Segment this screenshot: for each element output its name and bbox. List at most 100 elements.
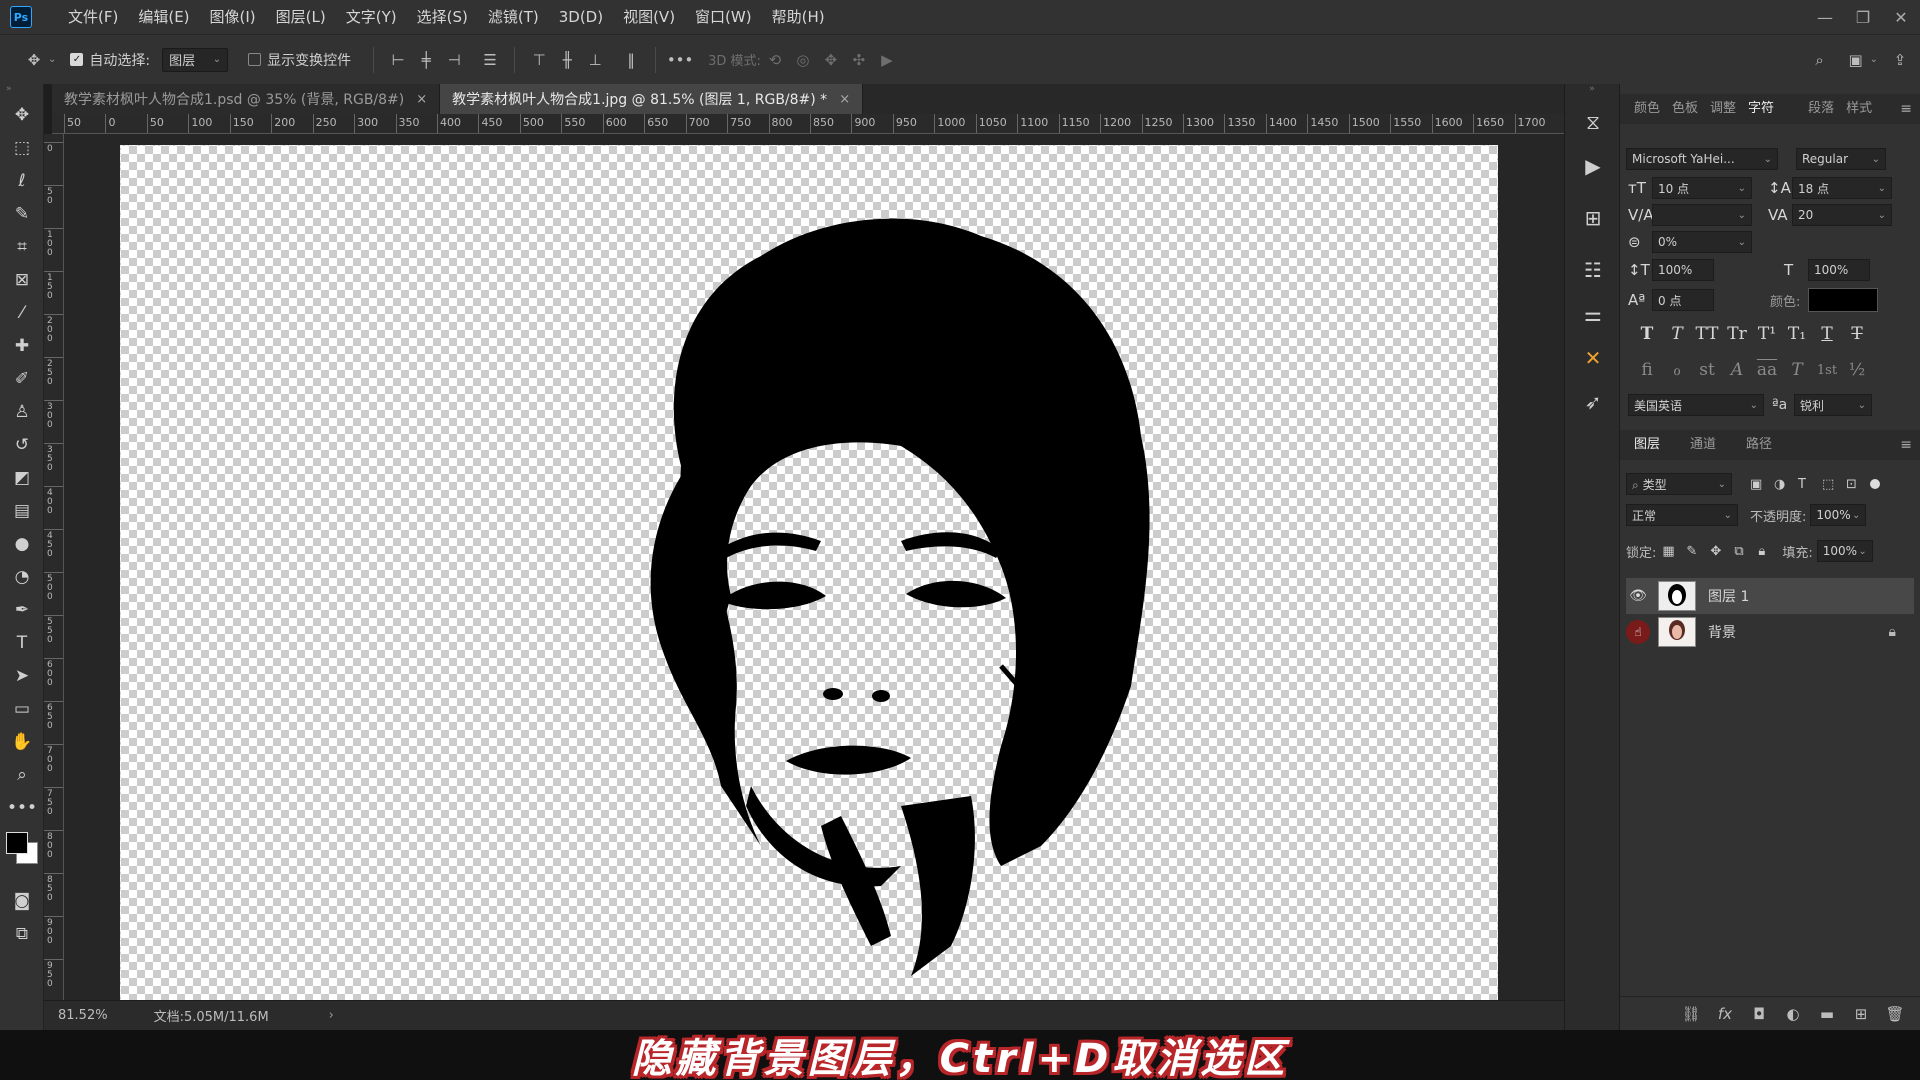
filter-type-icon[interactable]: T (1798, 477, 1822, 492)
minimize-icon[interactable]: — (1806, 0, 1844, 34)
close-icon[interactable]: ✕ (1882, 0, 1920, 34)
align-middle-v-icon[interactable]: ╫ (553, 46, 581, 74)
pen-tool-icon[interactable]: ✒ (0, 593, 44, 626)
faux-bold-button[interactable]: T (1632, 324, 1662, 344)
close-icon[interactable]: × (839, 92, 850, 107)
alternates-button[interactable]: ℴ (1662, 360, 1692, 380)
tab-paths[interactable]: 路径 (1740, 430, 1778, 460)
tab-character[interactable]: 字符 (1742, 94, 1780, 124)
menu-filter[interactable]: 滤镜(T) (478, 0, 549, 34)
hand-tool-icon[interactable]: ✋ (0, 725, 44, 758)
ligatures-button[interactable]: fi (1632, 360, 1662, 380)
marquee-tool-icon[interactable]: ⬚ (0, 131, 44, 164)
align-left-icon[interactable]: ⊢ (384, 46, 412, 74)
quick-mask-icon[interactable]: ◙ (0, 884, 44, 917)
delete-layer-icon[interactable]: 🗑︎ (1878, 1005, 1912, 1023)
restore-icon[interactable]: ❐ (1844, 0, 1882, 34)
document-canvas[interactable] (120, 145, 1498, 1007)
leading-field[interactable]: 18 点 ⌄ (1792, 177, 1892, 199)
menu-view[interactable]: 视图(V) (613, 0, 685, 34)
align-top-icon[interactable]: ⊤ (525, 46, 553, 74)
tab-swatches[interactable]: 色板 (1666, 94, 1704, 124)
menu-file[interactable]: 文件(F) (58, 0, 128, 34)
distribute-icon[interactable]: ☰ (476, 46, 504, 74)
zoom-level[interactable]: 81.52% (58, 1008, 108, 1023)
menu-window[interactable]: 窗口(W) (685, 0, 762, 34)
subscript-button[interactable]: T₁ (1782, 324, 1812, 344)
tracking-field[interactable]: 20 ⌄ (1792, 204, 1892, 226)
blend-mode-select[interactable]: 正常 ⌄ (1626, 504, 1738, 526)
menu-3d[interactable]: 3D(D) (549, 0, 613, 34)
opacity-field[interactable]: 100% ⌄ (1810, 504, 1867, 526)
proportional-spacing-field[interactable]: 0% ⌄ (1652, 231, 1752, 253)
history-brush-icon[interactable]: ↺ (0, 428, 44, 461)
menu-layer[interactable]: 图层(L) (266, 0, 336, 34)
filter-toggle-icon[interactable] (1870, 479, 1880, 489)
show-transform-checkbox[interactable]: 显示变换控件 (248, 50, 351, 70)
eraser-tool-icon[interactable]: ◩ (0, 461, 44, 494)
crop-tool-icon[interactable]: ⌗ (0, 230, 44, 263)
edit-toolbar-icon[interactable]: ••• (0, 791, 44, 824)
distribute-v-icon[interactable]: ‖ (617, 46, 645, 74)
text-color-swatch[interactable] (1808, 288, 1879, 312)
fill-field[interactable]: 100% ⌄ (1816, 540, 1873, 562)
history-panel-icon[interactable]: ⧖ (1565, 100, 1621, 144)
filter-smart-object-icon[interactable]: ⊡ (1846, 477, 1870, 492)
fractions-button[interactable]: ½ (1842, 360, 1872, 380)
kerning-field[interactable]: ⌄ (1652, 204, 1752, 226)
lock-artboard-icon[interactable]: ⧉ (1734, 544, 1758, 559)
stylistic-alternates-button[interactable]: aa (1752, 360, 1782, 380)
discretionary-ligatures-button[interactable]: st (1692, 360, 1722, 380)
font-size-field[interactable]: 10 点 ⌄ (1652, 177, 1752, 199)
font-style-select[interactable]: Regular ⌄ (1796, 148, 1886, 170)
filter-shape-icon[interactable]: ⬚ (1822, 477, 1846, 492)
align-right-icon[interactable]: ⊣ (440, 46, 468, 74)
antialias-select[interactable]: 锐利 ⌄ (1794, 394, 1872, 416)
strikethrough-button[interactable]: T (1842, 324, 1872, 344)
dodge-tool-icon[interactable]: ◔ (0, 560, 44, 593)
lock-pixels-icon[interactable]: ✎ (1686, 544, 1710, 559)
doc-tab-jpg[interactable]: 教学素材枫叶人物合成1.jpg @ 81.5% (图层 1, RGB/8#) *… (440, 84, 864, 114)
chevron-down-icon[interactable]: ⌄ (48, 54, 56, 65)
horizontal-scale-field[interactable]: 100% (1808, 259, 1870, 281)
vertical-scale-field[interactable]: 100% (1652, 259, 1714, 281)
plugin-panel-icon[interactable]: ➶ (1565, 380, 1621, 424)
panel-menu-icon[interactable]: ≡ (1900, 437, 1912, 453)
lasso-tool-icon[interactable]: ℓ (0, 164, 44, 197)
quick-select-tool-icon[interactable]: ✎ (0, 197, 44, 230)
frame-tool-icon[interactable]: ⊠ (0, 263, 44, 296)
titling-alternates-button[interactable]: T (1782, 360, 1812, 380)
underline-button[interactable]: T (1812, 324, 1842, 344)
new-adjustment-icon[interactable]: ◐ (1776, 1005, 1810, 1023)
tab-layers[interactable]: 图层 (1628, 430, 1666, 460)
actions-panel-icon[interactable]: ▶ (1565, 144, 1621, 188)
rectangle-tool-icon[interactable]: ▭ (0, 692, 44, 725)
new-group-icon[interactable]: ▬ (1810, 1005, 1844, 1023)
properties-panel-icon[interactable]: ⊞ (1565, 196, 1621, 240)
auto-select-checkbox[interactable]: ✓ 自动选择: (70, 50, 150, 70)
new-layer-icon[interactable]: ⊞ (1844, 1005, 1878, 1023)
brush-settings-icon[interactable]: ☷ (1565, 248, 1621, 292)
menu-image[interactable]: 图像(I) (200, 0, 266, 34)
eyedropper-tool-icon[interactable]: ⁄ (0, 296, 44, 329)
status-arrow-icon[interactable]: › (329, 1008, 334, 1023)
menu-select[interactable]: 选择(S) (407, 0, 478, 34)
lock-position-icon[interactable]: ✥ (1710, 544, 1734, 559)
add-mask-icon[interactable]: ◘ (1742, 1005, 1776, 1023)
tab-paragraph[interactable]: 段落 (1802, 94, 1840, 124)
tab-styles[interactable]: 样式 (1840, 94, 1878, 124)
ordinals-button[interactable]: 1st (1812, 363, 1842, 378)
all-caps-button[interactable]: TT (1692, 324, 1722, 344)
close-icon[interactable]: × (416, 92, 427, 107)
superscript-button[interactable]: T¹ (1752, 324, 1782, 344)
move-tool-icon[interactable]: ✥ (0, 98, 44, 131)
menu-help[interactable]: 帮助(H) (762, 0, 835, 34)
auto-select-dropdown[interactable]: 图层 ⌄ (162, 47, 229, 72)
zoom-tool-icon[interactable]: ⌕ (0, 758, 44, 791)
share-icon[interactable]: ⇪ (1886, 46, 1914, 74)
layer-style-icon[interactable]: fx (1708, 1005, 1742, 1023)
eye-visibility-icon[interactable]: 👁︎ (1626, 588, 1650, 604)
tab-color[interactable]: 颜色 (1628, 94, 1666, 124)
clone-stamp-icon[interactable]: ♙ (0, 395, 44, 428)
screen-mode-icon[interactable]: ⧉ (0, 917, 44, 950)
